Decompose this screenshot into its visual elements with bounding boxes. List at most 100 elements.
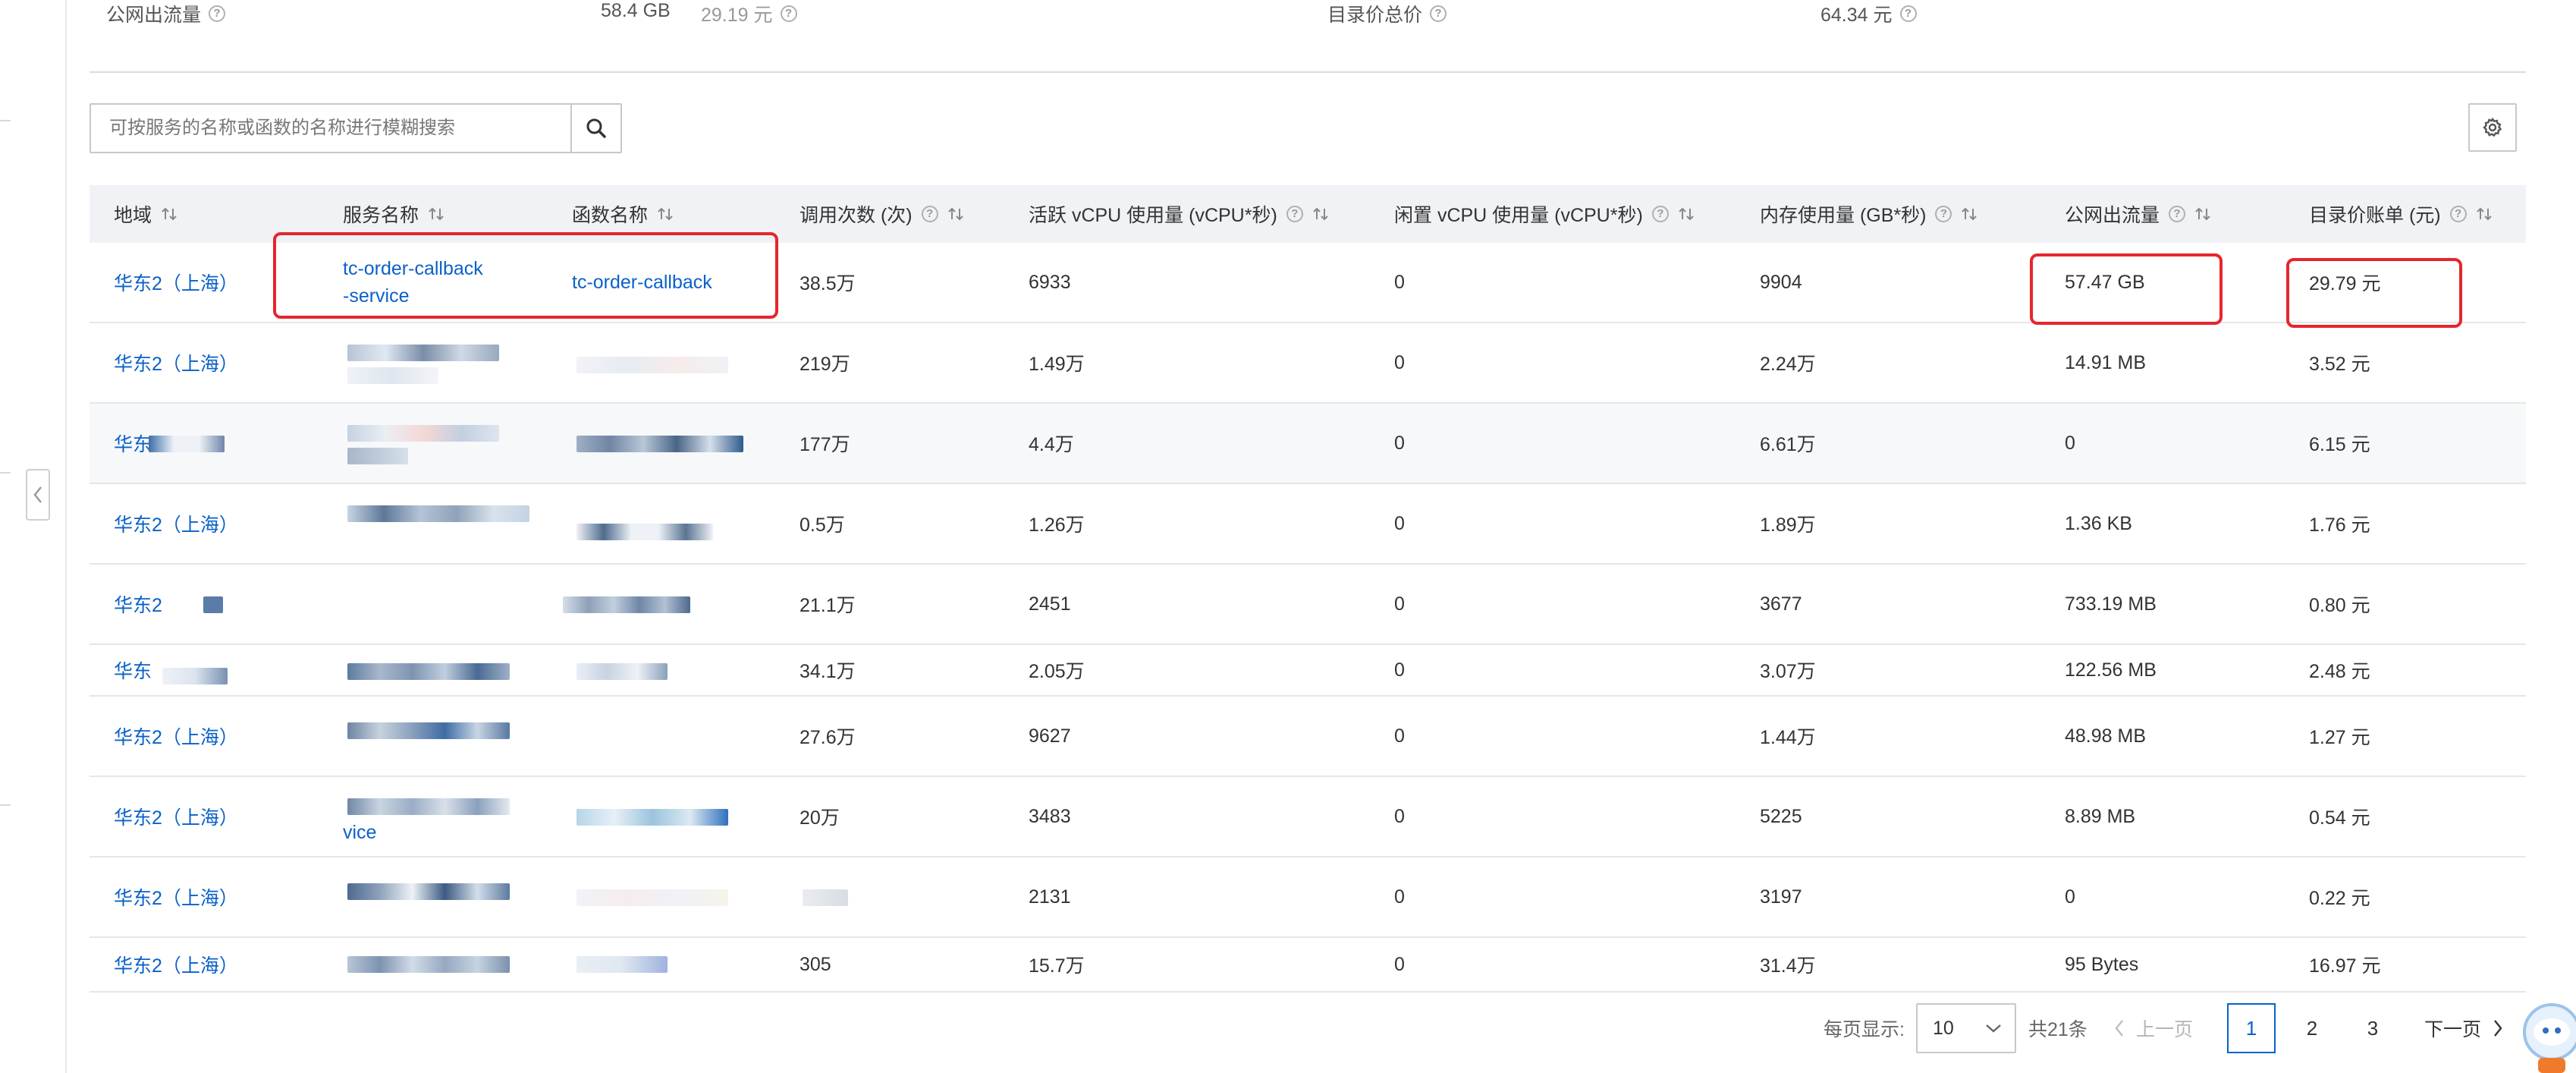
help-icon[interactable]: ?	[1935, 206, 1952, 222]
invocations-cell: 27.6万	[800, 727, 856, 748]
column-header-invocations[interactable]: 调用次数 (次)?	[800, 185, 964, 243]
region-link[interactable]: 华东2（上海）	[114, 777, 238, 856]
column-header-idle-vcpu[interactable]: 闲置 vCPU 使用量 (vCPU*秒)?	[1394, 185, 1695, 243]
page-3-button[interactable]: 3	[2348, 1003, 2397, 1053]
column-header-region[interactable]: 地域	[114, 185, 177, 243]
region-link[interactable]: 华东2（上海）	[114, 857, 238, 936]
region-link[interactable]: 华东2（上海）	[114, 484, 238, 563]
help-icon[interactable]: ?	[1651, 206, 1669, 222]
column-header-active-vcpu[interactable]: 活跃 vCPU 使用量 (vCPU*秒)?	[1029, 185, 1329, 243]
memory-cell: 3677	[1760, 593, 1802, 615]
idle-vcpu-cell: 0	[1394, 351, 1405, 373]
highlight-annotation	[2286, 258, 2462, 328]
memory-cell: 5225	[1760, 805, 1802, 827]
list-total-label: 目录价总价 ?	[1327, 0, 1447, 27]
redacted-region	[149, 436, 225, 452]
redacted-function-name	[576, 889, 728, 906]
help-icon[interactable]: ?	[2449, 206, 2467, 222]
sort-icon[interactable]	[1678, 206, 1695, 222]
invocations-cell: 305	[800, 953, 831, 975]
sort-icon[interactable]	[1312, 206, 1329, 222]
sort-icon[interactable]	[657, 206, 674, 222]
memory-cell: 2.24万	[1760, 354, 1816, 375]
sort-icon[interactable]	[2194, 206, 2211, 222]
chevron-left-icon	[33, 486, 42, 503]
redacted-service-name	[347, 663, 510, 680]
region-link[interactable]: 华东2	[114, 565, 162, 643]
egress-cell: 0	[2065, 432, 2075, 454]
service-name-link[interactable]: vice	[343, 821, 376, 844]
sidebar-divider	[0, 804, 11, 806]
invocations-cell: 20万	[800, 807, 840, 829]
table-row: 华东2（上海） 27.6万 9627 0 1.44万 48.98 MB 1.27…	[90, 697, 2526, 777]
invocations-cell: 177万	[800, 434, 850, 455]
redacted-function-name	[576, 357, 728, 373]
page-size-select[interactable]: 10	[1916, 1003, 2016, 1053]
page-2-button[interactable]: 2	[2288, 1003, 2336, 1053]
help-icon[interactable]: ?	[921, 206, 938, 222]
memory-cell: 3197	[1760, 886, 1802, 908]
table-settings-button[interactable]	[2468, 103, 2517, 152]
idle-vcpu-cell: 0	[1394, 271, 1405, 293]
bill-cell: 0.54 元	[2309, 807, 2370, 829]
idle-vcpu-cell: 0	[1394, 805, 1405, 827]
help-icon[interactable]: ?	[2169, 206, 2186, 222]
help-icon[interactable]: ?	[780, 5, 797, 22]
active-vcpu-cell: 15.7万	[1029, 955, 1085, 977]
chevron-left-icon	[2115, 1020, 2123, 1037]
redacted-function-name	[563, 596, 690, 613]
highlight-annotation	[2030, 253, 2223, 325]
chevron-right-icon	[2494, 1020, 2502, 1037]
invocations-cell: 219万	[800, 354, 850, 375]
section-divider	[90, 71, 2526, 73]
egress-summary-value: 58.4 GB	[601, 0, 671, 21]
invocations-cell: 21.1万	[800, 595, 856, 616]
sort-icon[interactable]	[947, 206, 964, 222]
sidebar-collapse-button[interactable]	[26, 469, 50, 521]
idle-vcpu-cell: 0	[1394, 953, 1405, 975]
sort-icon[interactable]	[2476, 206, 2493, 222]
assistant-avatar[interactable]	[2515, 999, 2576, 1073]
help-icon[interactable]: ?	[209, 5, 226, 22]
idle-vcpu-cell: 0	[1394, 659, 1405, 681]
egress-cell: 48.98 MB	[2065, 725, 2147, 747]
page-1-button[interactable]: 1	[2227, 1003, 2276, 1053]
memory-cell: 3.07万	[1760, 661, 1816, 682]
column-header-egress[interactable]: 公网出流量?	[2065, 185, 2211, 243]
column-header-memory[interactable]: 内存使用量 (GB*秒)?	[1760, 185, 1978, 243]
region-link[interactable]: 华东2（上海）	[114, 697, 238, 776]
help-icon[interactable]: ?	[1286, 206, 1303, 222]
memory-cell: 1.44万	[1760, 727, 1816, 748]
active-vcpu-cell: 1.49万	[1029, 354, 1085, 375]
region-link[interactable]: 华东	[114, 404, 152, 483]
table-row: 华东 34.1万 2.05万 0 3.07万 122.56 MB 2.48 元	[90, 645, 2526, 697]
sort-icon[interactable]	[1961, 206, 1978, 222]
next-page-button[interactable]: 下一页	[2424, 1002, 2504, 1055]
region-link[interactable]: 华东	[114, 645, 152, 695]
redacted-service-name	[347, 425, 499, 442]
region-link[interactable]: 华东2（上海）	[114, 243, 238, 322]
help-icon[interactable]: ?	[1899, 5, 1917, 22]
bill-cell: 6.15 元	[2309, 434, 2370, 455]
active-vcpu-cell: 3483	[1029, 805, 1071, 827]
help-icon[interactable]: ?	[1430, 5, 1447, 22]
prev-page-button[interactable]: 上一页	[2113, 1002, 2193, 1055]
search-button[interactable]	[570, 105, 620, 152]
robot-assistant-icon	[2523, 1003, 2576, 1073]
redacted-service-name	[347, 367, 438, 384]
table-row: 华东2 21.1万 2451 0 3677 733.19 MB 0.80 元	[90, 565, 2526, 645]
highlight-annotation	[273, 232, 778, 319]
sidebar-divider	[0, 120, 11, 121]
table-row: 华东2（上海） 219万 1.49万 0 2.24万 14.91 MB 3.52…	[90, 323, 2526, 404]
total-count: 共21条	[2028, 1019, 2088, 1040]
region-link[interactable]: 华东2（上海）	[114, 938, 238, 991]
redacted-function-name	[576, 809, 728, 826]
column-header-bill[interactable]: 目录价账单 (元)?	[2309, 185, 2493, 243]
sort-icon[interactable]	[428, 206, 445, 222]
memory-cell: 31.4万	[1760, 955, 1816, 977]
region-link[interactable]: 华东2（上海）	[114, 323, 238, 402]
invocations-cell: 38.5万	[800, 273, 856, 294]
sort-icon[interactable]	[161, 206, 177, 222]
page-size-value: 10	[1933, 1017, 1954, 1039]
search-input[interactable]	[91, 105, 570, 152]
